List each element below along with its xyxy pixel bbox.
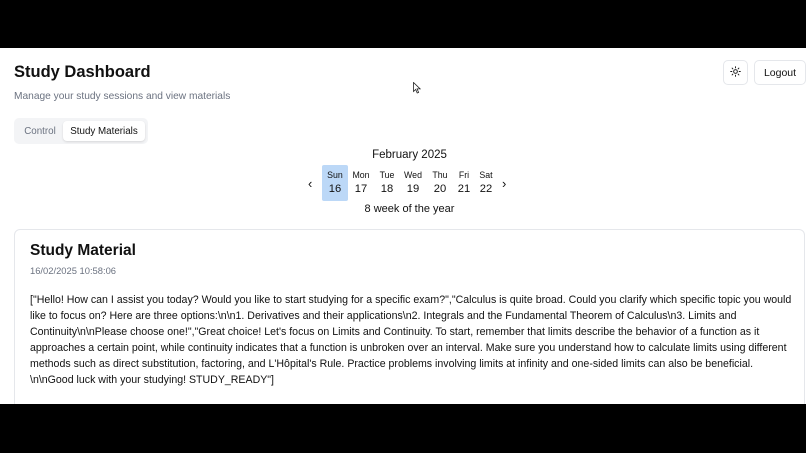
app-window: Study Dashboard Manage your study sessio… xyxy=(0,48,806,404)
day-name: Tue xyxy=(379,170,395,180)
theme-toggle-button[interactable] xyxy=(723,60,748,85)
day-sat[interactable]: Sat 22 xyxy=(473,165,499,201)
study-material-card: Study Material 16/02/2025 10:58:06 ["Hel… xyxy=(14,229,805,404)
chevron-left-icon[interactable]: ‹ xyxy=(308,176,312,191)
day-number: 20 xyxy=(433,183,447,195)
day-sun[interactable]: Sun 16 xyxy=(322,165,348,201)
day-name: Wed xyxy=(404,170,422,180)
day-number: 16 xyxy=(328,183,342,195)
logout-button[interactable]: Logout xyxy=(754,60,806,85)
day-number: 22 xyxy=(479,183,493,195)
mouse-pointer-icon xyxy=(413,81,422,99)
page-subtitle: Manage your study sessions and view mate… xyxy=(14,91,231,102)
day-name: Sat xyxy=(479,170,493,180)
card-body-text: ["Hello! How can I assist you today? Wou… xyxy=(30,294,792,386)
letterbox-top xyxy=(0,0,806,48)
tab-control[interactable]: Control xyxy=(17,121,63,141)
card-timestamp: 16/02/2025 10:58:06 xyxy=(30,265,117,276)
week-of-year-label: 8 week of the year xyxy=(364,203,455,215)
day-name: Mon xyxy=(352,170,370,180)
day-number: 18 xyxy=(380,183,394,195)
tab-bar: Control Study Materials xyxy=(14,118,148,144)
day-thu[interactable]: Thu 20 xyxy=(427,165,453,201)
day-tue[interactable]: Tue 18 xyxy=(374,165,400,201)
day-name: Thu xyxy=(432,170,448,180)
chevron-right-icon[interactable]: › xyxy=(502,176,506,191)
letterbox-bottom xyxy=(0,404,806,453)
day-number: 17 xyxy=(354,183,368,195)
day-name: Sun xyxy=(327,170,343,180)
sun-icon xyxy=(730,64,741,82)
card-title: Study Material xyxy=(30,242,136,259)
tab-study-materials[interactable]: Study Materials xyxy=(63,121,145,141)
day-mon[interactable]: Mon 17 xyxy=(348,165,374,201)
day-wed[interactable]: Wed 19 xyxy=(400,165,426,201)
page-title: Study Dashboard xyxy=(14,63,151,81)
day-number: 19 xyxy=(406,183,420,195)
calendar-month: February 2025 xyxy=(372,149,447,161)
